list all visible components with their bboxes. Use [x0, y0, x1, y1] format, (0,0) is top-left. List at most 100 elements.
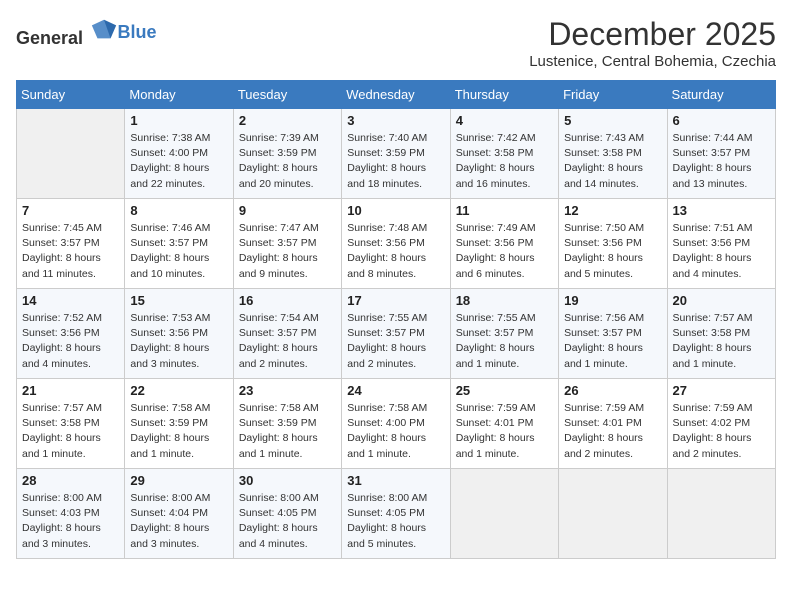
calendar-day-cell [450, 469, 558, 559]
day-number: 4 [456, 113, 553, 128]
day-number: 24 [347, 383, 444, 398]
day-number: 11 [456, 203, 553, 218]
day-number: 2 [239, 113, 336, 128]
day-info: Sunrise: 7:48 AM Sunset: 3:56 PM Dayligh… [347, 221, 444, 282]
day-info: Sunrise: 7:59 AM Sunset: 4:01 PM Dayligh… [456, 401, 553, 462]
day-number: 23 [239, 383, 336, 398]
day-number: 9 [239, 203, 336, 218]
calendar-day-cell: 31Sunrise: 8:00 AM Sunset: 4:05 PM Dayli… [342, 469, 450, 559]
calendar-day-cell: 19 Sunrise: 7:56 AM Sunset: 3:57 PM Dayli… [559, 289, 667, 379]
calendar-day-cell: 8 Sunrise: 7:46 AM Sunset: 3:57 PM Daylig… [125, 199, 233, 289]
calendar-day-cell: 16 Sunrise: 7:54 AM Sunset: 3:57 PM Dayli… [233, 289, 341, 379]
day-info: Sunrise: 7:44 AM Sunset: 3:57 PM Dayligh… [673, 131, 770, 192]
calendar-week-row: 14 Sunrise: 7:52 AM Sunset: 3:56 PM Dayli… [17, 289, 776, 379]
calendar-day-header: Tuesday [233, 81, 341, 109]
day-number: 13 [673, 203, 770, 218]
day-info: Sunrise: 7:39 AM Sunset: 3:59 PM Dayligh… [239, 131, 336, 192]
calendar-week-row: 1 Sunrise: 7:38 AM Sunset: 4:00 PM Daylig… [17, 109, 776, 199]
page-header: General Blue December 2025 Lustenice, Ce… [16, 16, 776, 70]
day-info: Sunrise: 7:49 AM Sunset: 3:56 PM Dayligh… [456, 221, 553, 282]
calendar-day-cell: 21 Sunrise: 7:57 AM Sunset: 3:58 PM Dayli… [17, 379, 125, 469]
day-number: 19 [564, 293, 661, 308]
day-info: Sunrise: 7:59 AM Sunset: 4:01 PM Dayligh… [564, 401, 661, 462]
calendar-header-row: SundayMondayTuesdayWednesdayThursdayFrid… [17, 81, 776, 109]
logo-icon [90, 16, 118, 44]
day-info: Sunrise: 7:42 AM Sunset: 3:58 PM Dayligh… [456, 131, 553, 192]
calendar-day-cell: 29 Sunrise: 8:00 AM Sunset: 4:04 PM Dayli… [125, 469, 233, 559]
calendar-day-cell: 14 Sunrise: 7:52 AM Sunset: 3:56 PM Dayli… [17, 289, 125, 379]
day-info: Sunrise: 7:55 AM Sunset: 3:57 PM Dayligh… [347, 311, 444, 372]
calendar-day-header: Saturday [667, 81, 775, 109]
day-info: Sunrise: 7:53 AM Sunset: 3:56 PM Dayligh… [130, 311, 227, 372]
logo: General Blue [16, 16, 157, 49]
calendar-day-cell: 28 Sunrise: 8:00 AM Sunset: 4:03 PM Dayli… [17, 469, 125, 559]
day-info: Sunrise: 7:57 AM Sunset: 3:58 PM Dayligh… [673, 311, 770, 372]
day-number: 15 [130, 293, 227, 308]
calendar-day-cell: 23 Sunrise: 7:58 AM Sunset: 3:59 PM Dayli… [233, 379, 341, 469]
day-number: 26 [564, 383, 661, 398]
day-number: 8 [130, 203, 227, 218]
day-info: Sunrise: 7:55 AM Sunset: 3:57 PM Dayligh… [456, 311, 553, 372]
calendar-day-cell: 11 Sunrise: 7:49 AM Sunset: 3:56 PM Dayli… [450, 199, 558, 289]
calendar-table: SundayMondayTuesdayWednesdayThursdayFrid… [16, 80, 776, 559]
logo-blue: Blue [118, 22, 157, 42]
day-info: Sunrise: 8:00 AM Sunset: 4:05 PM Dayligh… [239, 491, 336, 552]
calendar-day-cell [559, 469, 667, 559]
day-number: 22 [130, 383, 227, 398]
day-info: Sunrise: 7:59 AM Sunset: 4:02 PM Dayligh… [673, 401, 770, 462]
calendar-day-cell: 17 Sunrise: 7:55 AM Sunset: 3:57 PM Dayli… [342, 289, 450, 379]
calendar-day-cell: 25 Sunrise: 7:59 AM Sunset: 4:01 PM Dayli… [450, 379, 558, 469]
calendar-day-cell [667, 469, 775, 559]
day-info: Sunrise: 7:43 AM Sunset: 3:58 PM Dayligh… [564, 131, 661, 192]
day-info: Sunrise: 7:58 AM Sunset: 4:00 PM Dayligh… [347, 401, 444, 462]
day-info: Sunrise: 7:40 AM Sunset: 3:59 PM Dayligh… [347, 131, 444, 192]
calendar-week-row: 7Sunrise: 7:45 AM Sunset: 3:57 PM Daylig… [17, 199, 776, 289]
day-number: 1 [130, 113, 227, 128]
day-number: 29 [130, 473, 227, 488]
calendar-day-cell: 5 Sunrise: 7:43 AM Sunset: 3:58 PM Daylig… [559, 109, 667, 199]
calendar-day-cell: 10Sunrise: 7:48 AM Sunset: 3:56 PM Dayli… [342, 199, 450, 289]
calendar-day-cell: 26 Sunrise: 7:59 AM Sunset: 4:01 PM Dayli… [559, 379, 667, 469]
calendar-day-cell: 9 Sunrise: 7:47 AM Sunset: 3:57 PM Daylig… [233, 199, 341, 289]
logo-general: General [16, 28, 83, 48]
day-info: Sunrise: 7:56 AM Sunset: 3:57 PM Dayligh… [564, 311, 661, 372]
day-info: Sunrise: 7:54 AM Sunset: 3:57 PM Dayligh… [239, 311, 336, 372]
day-number: 17 [347, 293, 444, 308]
calendar-day-cell: 15 Sunrise: 7:53 AM Sunset: 3:56 PM Dayli… [125, 289, 233, 379]
day-number: 28 [22, 473, 119, 488]
calendar-day-header: Sunday [17, 81, 125, 109]
calendar-day-cell: 3 Sunrise: 7:40 AM Sunset: 3:59 PM Daylig… [342, 109, 450, 199]
calendar-day-header: Friday [559, 81, 667, 109]
calendar-day-cell: 6Sunrise: 7:44 AM Sunset: 3:57 PM Daylig… [667, 109, 775, 199]
calendar-day-cell: 12Sunrise: 7:50 AM Sunset: 3:56 PM Dayli… [559, 199, 667, 289]
day-info: Sunrise: 7:58 AM Sunset: 3:59 PM Dayligh… [239, 401, 336, 462]
calendar-day-cell [17, 109, 125, 199]
day-info: Sunrise: 7:57 AM Sunset: 3:58 PM Dayligh… [22, 401, 119, 462]
calendar-day-cell: 7Sunrise: 7:45 AM Sunset: 3:57 PM Daylig… [17, 199, 125, 289]
calendar-day-cell: 18Sunrise: 7:55 AM Sunset: 3:57 PM Dayli… [450, 289, 558, 379]
day-info: Sunrise: 7:45 AM Sunset: 3:57 PM Dayligh… [22, 221, 119, 282]
day-number: 27 [673, 383, 770, 398]
calendar-day-cell: 30Sunrise: 8:00 AM Sunset: 4:05 PM Dayli… [233, 469, 341, 559]
day-info: Sunrise: 7:46 AM Sunset: 3:57 PM Dayligh… [130, 221, 227, 282]
day-number: 25 [456, 383, 553, 398]
day-number: 5 [564, 113, 661, 128]
calendar-day-cell: 1 Sunrise: 7:38 AM Sunset: 4:00 PM Daylig… [125, 109, 233, 199]
day-info: Sunrise: 8:00 AM Sunset: 4:03 PM Dayligh… [22, 491, 119, 552]
location-title: Lustenice, Central Bohemia, Czechia [529, 53, 776, 70]
calendar-day-cell: 24 Sunrise: 7:58 AM Sunset: 4:00 PM Dayli… [342, 379, 450, 469]
day-info: Sunrise: 8:00 AM Sunset: 4:05 PM Dayligh… [347, 491, 444, 552]
day-info: Sunrise: 8:00 AM Sunset: 4:04 PM Dayligh… [130, 491, 227, 552]
day-info: Sunrise: 7:58 AM Sunset: 3:59 PM Dayligh… [130, 401, 227, 462]
calendar-week-row: 21 Sunrise: 7:57 AM Sunset: 3:58 PM Dayli… [17, 379, 776, 469]
day-number: 21 [22, 383, 119, 398]
day-number: 20 [673, 293, 770, 308]
day-info: Sunrise: 7:38 AM Sunset: 4:00 PM Dayligh… [130, 131, 227, 192]
day-number: 14 [22, 293, 119, 308]
day-number: 3 [347, 113, 444, 128]
day-info: Sunrise: 7:52 AM Sunset: 3:56 PM Dayligh… [22, 311, 119, 372]
day-number: 16 [239, 293, 336, 308]
day-info: Sunrise: 7:47 AM Sunset: 3:57 PM Dayligh… [239, 221, 336, 282]
calendar-week-row: 28 Sunrise: 8:00 AM Sunset: 4:03 PM Dayli… [17, 469, 776, 559]
calendar-day-header: Wednesday [342, 81, 450, 109]
